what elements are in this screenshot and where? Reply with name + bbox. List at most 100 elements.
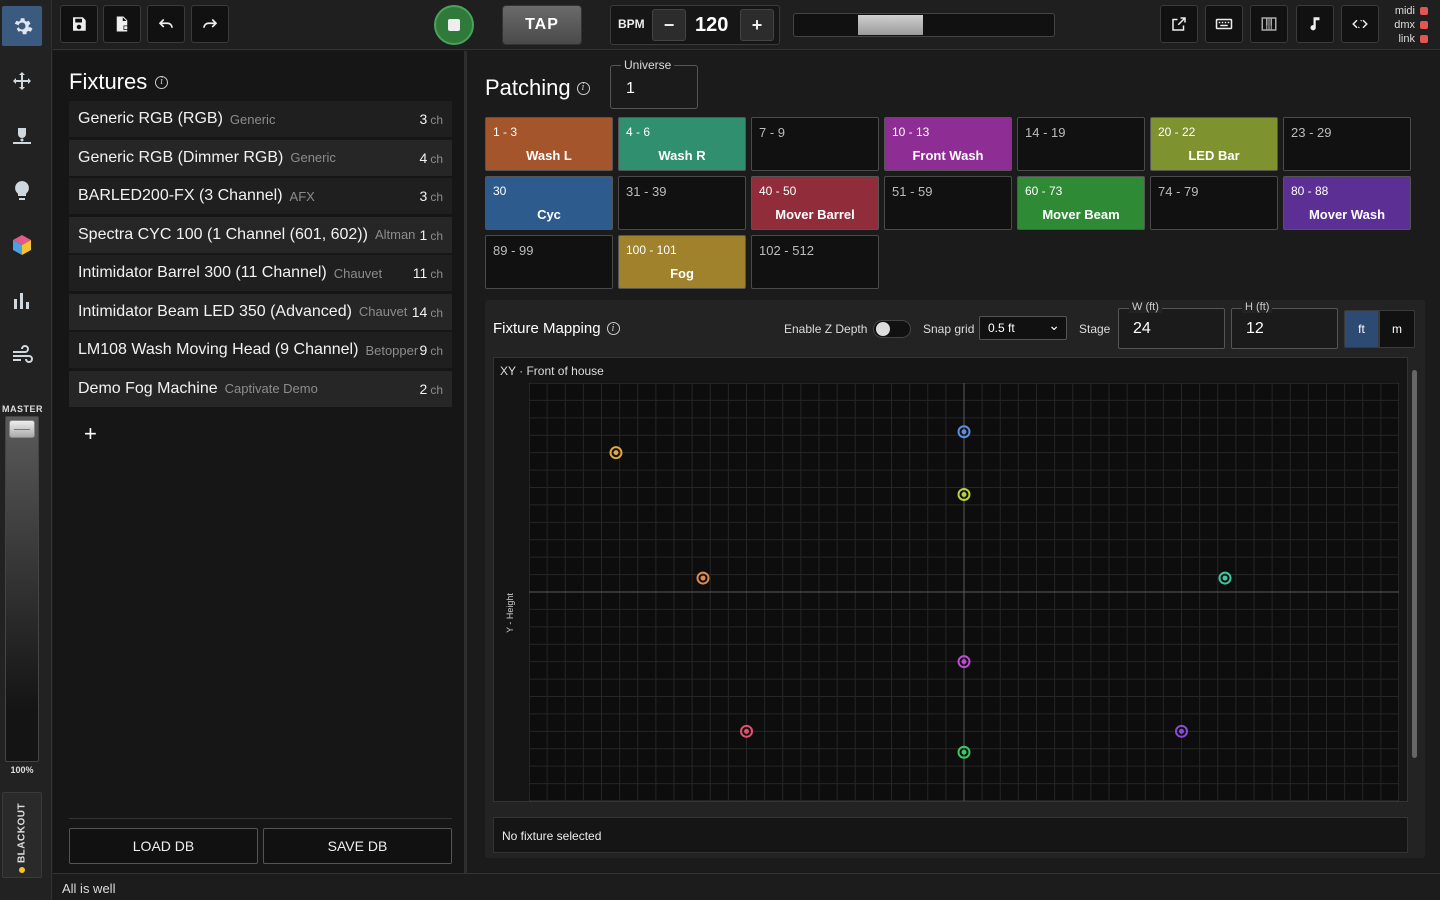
channel-unit: ch — [430, 382, 443, 397]
channel-count-value: 3 — [419, 111, 428, 127]
redo-icon[interactable] — [191, 5, 229, 43]
stage-width-field[interactable]: W (ft) 24 — [1118, 301, 1225, 349]
patch-tile[interactable]: 14 - 19 — [1017, 117, 1145, 171]
scrollbar-thumb[interactable] — [1412, 370, 1417, 758]
gear-icon[interactable] — [2, 6, 42, 46]
bpm-value[interactable]: 120 — [695, 14, 728, 37]
master-track[interactable] — [5, 416, 39, 762]
snap-grid-value: 0.5 ft — [988, 321, 1015, 335]
music-note-icon[interactable] — [1296, 5, 1334, 43]
channel-unit: ch — [430, 267, 443, 281]
fixture-marker[interactable] — [613, 450, 619, 456]
patch-tile[interactable]: 100 - 101 Fog — [618, 235, 746, 289]
bar-chart-icon[interactable] — [2, 281, 42, 321]
spotlight-icon[interactable] — [2, 116, 42, 156]
fixture-marker[interactable] — [961, 429, 967, 435]
mapping-grid[interactable] — [529, 383, 1399, 801]
channel-unit: ch — [430, 344, 443, 358]
fixture-marker[interactable] — [744, 728, 749, 734]
universe-field[interactable]: Universe 1 — [610, 58, 698, 109]
master-knob[interactable] — [9, 420, 35, 438]
fixture-marker[interactable] — [961, 749, 967, 755]
fixture-list-item[interactable]: Intimidator Beam LED 350 (Advanced) Chauv… — [69, 293, 452, 330]
fixture-list-item[interactable]: Generic RGB (RGB) Generic 3 ch — [69, 101, 452, 137]
unit-ft-button[interactable]: ft — [1344, 310, 1379, 348]
bpm-decrease-button[interactable]: − — [652, 9, 686, 41]
info-icon[interactable]: i — [606, 322, 620, 335]
patch-tile[interactable]: 20 - 22 LED Bar — [1150, 117, 1278, 171]
cube-icon[interactable] — [2, 225, 42, 265]
unit-m-button[interactable]: m — [1379, 310, 1415, 348]
fixture-mapping-title: Fixture Mapping — [493, 320, 601, 337]
save-icon[interactable] — [60, 5, 98, 43]
keyboard-icon[interactable] — [1205, 5, 1243, 43]
bpm-increase-button[interactable]: + — [740, 9, 774, 41]
patch-tile[interactable]: 89 - 99 — [485, 235, 613, 289]
info-icon[interactable]: i — [576, 81, 590, 95]
fixture-manufacturer: Generic — [229, 111, 276, 127]
selection-info: No fixture selected — [493, 817, 1408, 853]
patch-tile[interactable]: 23 - 29 — [1283, 117, 1411, 171]
save-as-icon[interactable] — [103, 5, 141, 43]
patch-tile[interactable]: 30 Cyc — [485, 176, 613, 230]
mapping-canvas[interactable]: XY · Front of house Y - Height — [493, 357, 1408, 802]
fixture-list-item[interactable]: Generic RGB (Dimmer RGB) Generic 4 ch — [69, 139, 452, 176]
fixture-marker[interactable] — [961, 659, 967, 665]
fixture-list-item[interactable]: Intimidator Barrel 300 (11 Channel) Chauv… — [69, 255, 452, 291]
patch-tile[interactable]: 7 - 9 — [751, 117, 879, 171]
stop-button[interactable] — [434, 5, 474, 45]
fixture-name: LM108 Wash Moving Head (9 Channel) — [78, 341, 359, 358]
external-link-icon[interactable] — [1160, 5, 1198, 43]
stage-width-value[interactable]: 24 — [1133, 320, 1151, 338]
z-depth-toggle[interactable] — [873, 320, 911, 338]
add-fixture-button[interactable]: + — [84, 423, 97, 445]
snap-grid-select[interactable]: 0.5 ft — [979, 316, 1067, 340]
patch-tile[interactable]: 102 - 512 — [751, 235, 879, 289]
fixture-list-item[interactable]: Spectra CYC 100 (1 Channel (601, 602)) Al… — [69, 216, 452, 253]
stage-width-label: W (ft) — [1129, 301, 1162, 313]
code-icon[interactable] — [1341, 5, 1379, 43]
channel-count-value: 3 — [419, 188, 428, 204]
fixture-list-item[interactable]: LM108 Wash Moving Head (9 Channel) Betopp… — [69, 332, 452, 368]
fixture-marker[interactable] — [1179, 728, 1184, 734]
patch-tile[interactable]: 60 - 73 Mover Beam — [1017, 176, 1145, 230]
fixture-manufacturer: Chauvet — [358, 304, 408, 319]
load-db-button[interactable]: LOAD DB — [69, 828, 258, 864]
patch-range: 1 - 3 — [493, 125, 518, 139]
wind-icon[interactable] — [2, 336, 42, 376]
patch-tile[interactable]: 10 - 13 Front Wash — [884, 117, 1012, 171]
piano-icon[interactable] — [1250, 5, 1288, 43]
fixture-marker[interactable] — [1222, 575, 1228, 581]
stage-height-field[interactable]: H (ft) 12 — [1231, 301, 1338, 349]
fixtures-panel: Fixtures i Generic RGB (RGB) Generic 3 ch Ge… — [53, 51, 467, 873]
patch-tile[interactable]: 40 - 50 Mover Barrel — [751, 176, 879, 230]
fixture-marker[interactable] — [700, 575, 706, 581]
patch-range: 10 - 13 — [892, 125, 930, 139]
undo-icon[interactable] — [147, 5, 185, 43]
patch-tile[interactable]: 1 - 3 Wash L — [485, 117, 613, 171]
scrollbar[interactable] — [1411, 358, 1419, 803]
patch-tile[interactable]: 51 - 59 — [884, 176, 1012, 230]
info-icon[interactable]: i — [155, 75, 169, 89]
save-db-button[interactable]: SAVE DB — [263, 828, 452, 864]
blackout-label: BLACKOUT — [16, 802, 28, 864]
patch-tile[interactable]: 31 - 39 — [618, 176, 746, 230]
lightbulb-icon[interactable] — [2, 171, 42, 211]
patch-tile[interactable]: 4 - 6 Wash R — [618, 117, 746, 171]
fixture-marker[interactable] — [961, 491, 967, 497]
left-rail: MASTER 100% BLACKOUT — [0, 0, 52, 900]
patch-tile[interactable]: 74 - 79 — [1150, 176, 1278, 230]
move-icon[interactable] — [2, 62, 42, 102]
patch-tile[interactable]: 80 - 88 Mover Wash — [1283, 176, 1411, 230]
blackout-button[interactable]: BLACKOUT — [2, 792, 42, 878]
status-dmx-dot — [1420, 21, 1428, 29]
fixture-list-item[interactable]: BARLED200-FX (3 Channel) AFX 3 ch — [69, 178, 452, 214]
stage-height-value[interactable]: 12 — [1246, 320, 1264, 338]
universe-value[interactable]: 1 — [626, 80, 635, 98]
y-axis-label: Y - Height — [504, 593, 515, 633]
status-midi-dot — [1420, 7, 1428, 15]
patch-range: 102 - 512 — [759, 243, 814, 258]
tap-button[interactable]: TAP — [502, 5, 582, 45]
master-fader[interactable]: MASTER 100% — [2, 400, 43, 780]
fixture-list-item[interactable]: Demo Fog Machine Captivate Demo 2 ch — [69, 370, 452, 407]
